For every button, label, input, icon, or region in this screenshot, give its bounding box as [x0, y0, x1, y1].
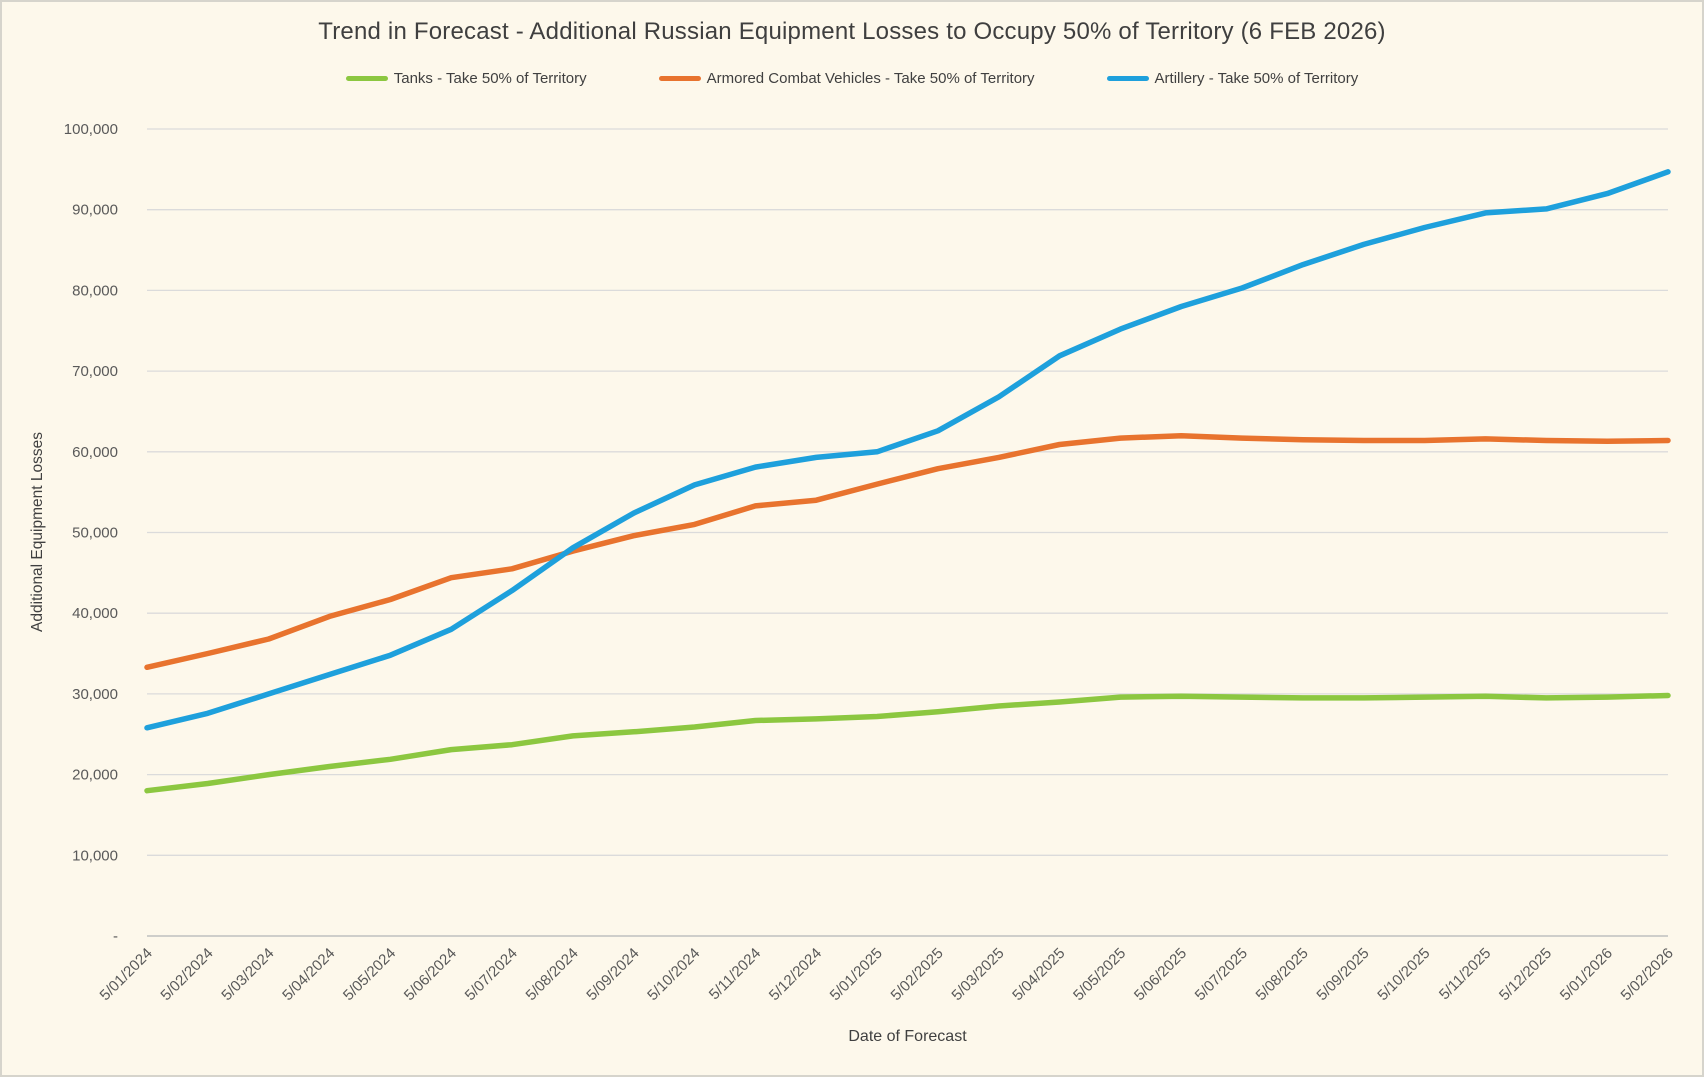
- x-tick-label: 5/01/2025: [827, 945, 886, 1004]
- x-tick-label: 5/07/2024: [462, 945, 521, 1004]
- x-tick-label: 5/02/2024: [157, 945, 216, 1004]
- y-tick-label: 40,000: [72, 605, 118, 622]
- x-tick-label: 5/01/2024: [97, 945, 156, 1004]
- x-tick-label: 5/12/2024: [766, 945, 825, 1004]
- y-tick-label: 70,000: [72, 363, 118, 380]
- y-tick-label: 10,000: [72, 847, 118, 864]
- x-tick-label: 5/03/2025: [948, 945, 1007, 1004]
- y-tick-label: 60,000: [72, 444, 118, 461]
- y-tick-label: 80,000: [72, 282, 118, 299]
- x-axis-title: Date of Forecast: [147, 1028, 1668, 1046]
- y-tick-label: 30,000: [72, 686, 118, 703]
- x-tick-label: 5/05/2025: [1070, 945, 1129, 1004]
- y-tick-label: 20,000: [72, 767, 118, 784]
- series-line-tanks: [147, 696, 1668, 791]
- x-tick-label: 5/09/2025: [1313, 945, 1372, 1004]
- x-tick-label: 5/12/2025: [1496, 945, 1555, 1004]
- x-tick-label: 5/06/2025: [1131, 945, 1190, 1004]
- x-axis-tick-labels: 5/01/20245/02/20245/03/20245/04/20245/05…: [97, 945, 1677, 1004]
- y-tick-label: 90,000: [72, 202, 118, 219]
- y-axis-tick-labels: - 10,000 20,000 30,000 40,000 50,000 60,000 70,…: [64, 121, 118, 945]
- y-tick-label: -: [113, 928, 118, 945]
- x-tick-label: 5/10/2024: [644, 945, 703, 1004]
- y-tick-label: 100,000: [64, 121, 118, 138]
- x-tick-label: 5/08/2024: [522, 945, 581, 1004]
- x-tick-label: 5/07/2025: [1192, 945, 1251, 1004]
- series-lines: [147, 172, 1668, 791]
- x-tick-label: 5/11/2025: [1436, 945, 1494, 1003]
- gridlines: [147, 129, 1668, 936]
- x-tick-label: 5/02/2025: [888, 945, 947, 1004]
- series-line-armored-combat-vehicles: [147, 436, 1668, 668]
- y-tick-label: 50,000: [72, 525, 118, 542]
- x-tick-label: 5/04/2025: [1009, 945, 1068, 1004]
- x-tick-label: 5/06/2024: [401, 945, 460, 1004]
- x-tick-label: 5/11/2024: [706, 945, 764, 1003]
- series-line-artillery: [147, 172, 1668, 728]
- x-tick-label: 5/04/2024: [279, 945, 338, 1004]
- x-tick-label: 5/05/2024: [340, 945, 399, 1004]
- chart-plot-area: - 10,000 20,000 30,000 40,000 50,000 60,000 70,…: [2, 2, 1704, 1077]
- y-axis-title: Additional Equipment Losses: [29, 432, 46, 632]
- x-tick-label: 5/08/2025: [1253, 945, 1312, 1004]
- x-tick-label: 5/02/2026: [1618, 945, 1677, 1004]
- x-tick-label: 5/03/2024: [218, 945, 277, 1004]
- x-tick-label: 5/01/2026: [1557, 945, 1616, 1004]
- x-tick-label: 5/09/2024: [583, 945, 642, 1004]
- chart-frame: Trend in Forecast - Additional Russian E…: [0, 0, 1704, 1077]
- x-tick-label: 5/10/2025: [1374, 945, 1433, 1004]
